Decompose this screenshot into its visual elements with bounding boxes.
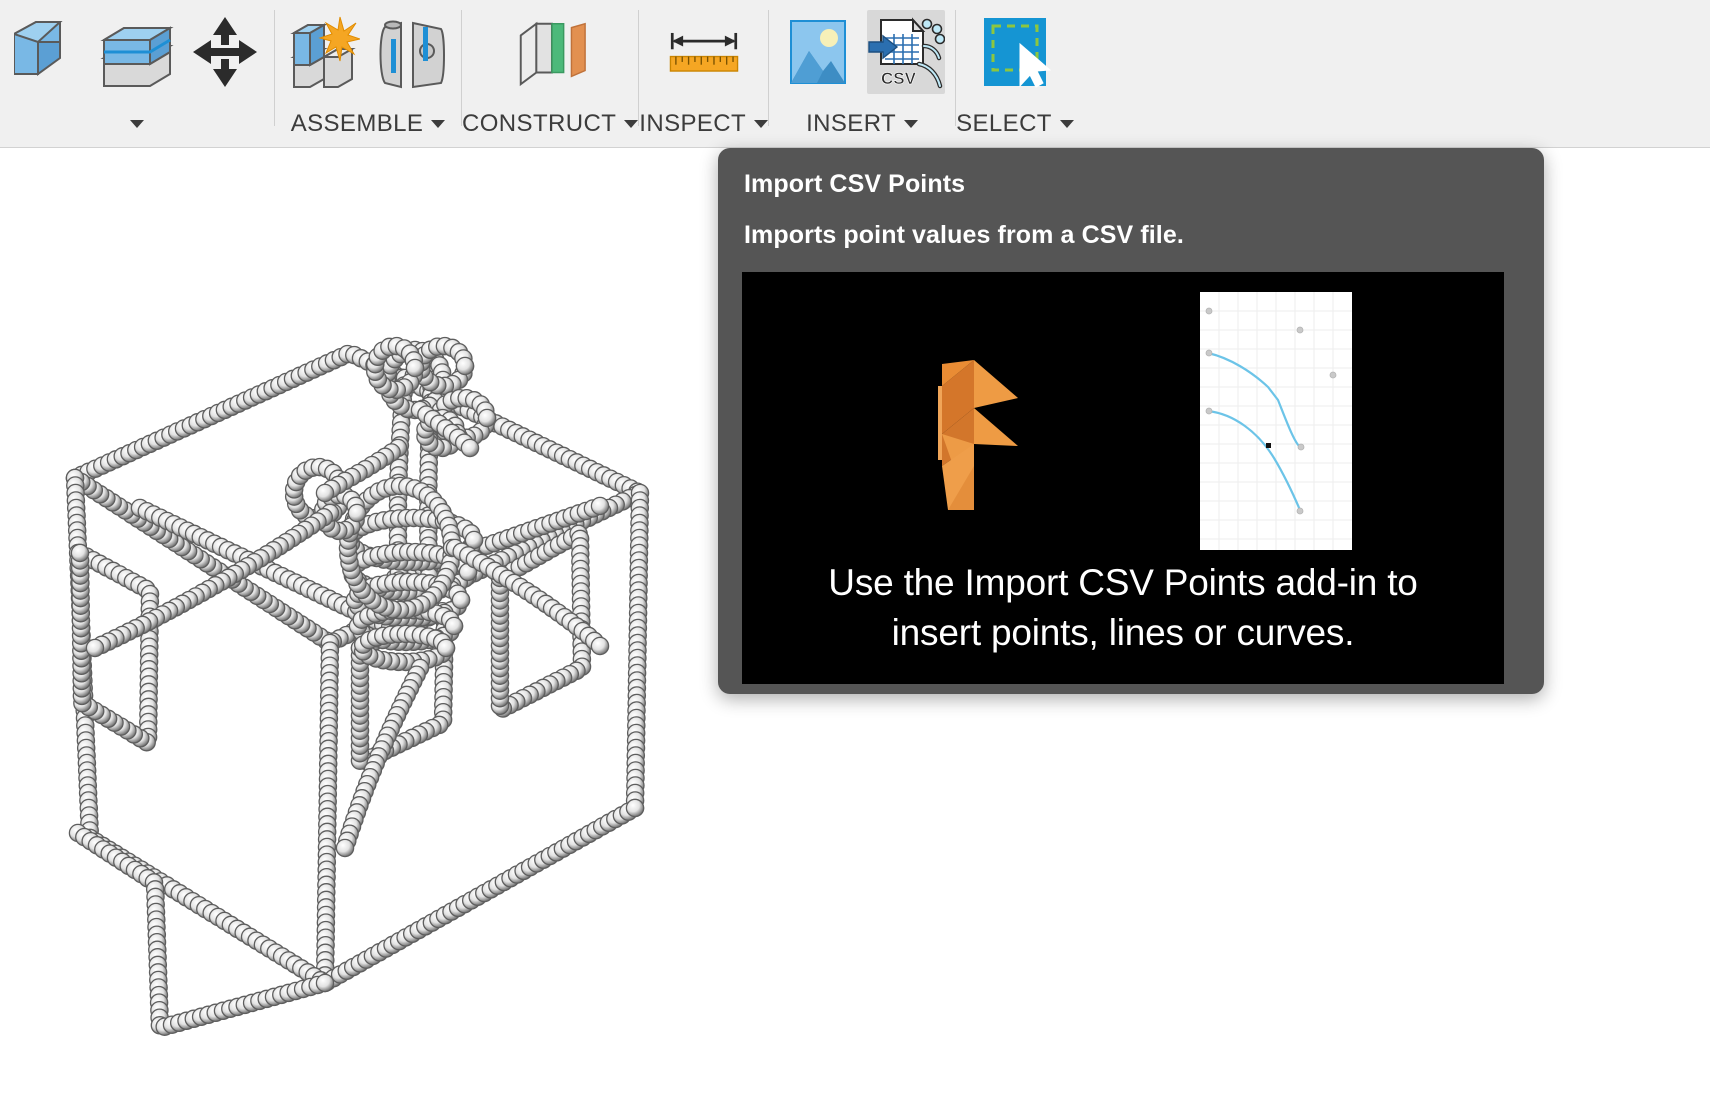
toolbar-group-select-label[interactable]: SELECT: [956, 104, 1074, 144]
select-window-icon: [983, 18, 1052, 88]
toolbar-group-select-icons: [956, 0, 1074, 104]
toolbar-group-insert-icons: CSV: [769, 0, 955, 104]
chevron-down-icon: [904, 120, 919, 128]
toolbar-group-construct-label[interactable]: CONSTRUCT: [462, 104, 639, 144]
toolbar-group-inspect-icons: [639, 0, 768, 104]
insert-canvas-button[interactable]: [779, 10, 857, 94]
toolbar-group-select: SELECT: [956, 0, 1074, 148]
chevron-down-icon: [624, 120, 639, 128]
move-copy-button[interactable]: [186, 10, 264, 94]
assemble-label-text: ASSEMBLE: [290, 110, 424, 137]
svg-text:CSV: CSV: [881, 69, 917, 88]
tooltip-title: Import CSV Points: [744, 170, 966, 198]
toolbar-group-assemble-label[interactable]: ASSEMBLE: [275, 104, 461, 144]
chevron-down-icon: [431, 120, 446, 128]
measure-icon: [669, 32, 738, 72]
new-component-icon: [290, 16, 360, 88]
measure-button[interactable]: [665, 10, 743, 94]
select-label-text: SELECT: [956, 110, 1052, 137]
toolbar-group-modify: [0, 0, 274, 148]
tooltip-caption-line1: Use the Import CSV Points add-in to: [828, 562, 1418, 603]
toolbar-group-modify-icons: [0, 0, 274, 104]
chevron-down-icon: [1059, 120, 1074, 128]
insert-canvas-icon: [790, 20, 847, 84]
tooltip-media: Use the Import CSV Points add-in to inse…: [742, 272, 1504, 684]
chevron-down-icon: [130, 120, 144, 128]
new-component-button[interactable]: [285, 10, 363, 94]
chevron-down-icon: [754, 120, 769, 128]
import-csv-points-button[interactable]: CSV: [867, 10, 946, 94]
select-window-button[interactable]: [976, 10, 1054, 94]
extrude-button[interactable]: [10, 10, 88, 94]
offset-plane-button[interactable]: [511, 10, 589, 94]
move-copy-icon: [193, 17, 257, 87]
offset-face-button[interactable]: [98, 10, 176, 94]
toolbar-group-construct-icons: [462, 0, 638, 104]
csv-curve-sketch-thumbnail: [1200, 292, 1352, 550]
fusion-360-logo: [938, 360, 1018, 510]
tooltip-caption-line2: insert points, lines or curves.: [891, 612, 1355, 653]
tooltip-description: Imports point values from a CSV file.: [744, 221, 1184, 249]
toolbar-group-inspect-label[interactable]: INSPECT: [639, 104, 769, 144]
toolbar-group-insert-label[interactable]: INSERT: [769, 104, 955, 144]
toolbar-group-assemble-icons: [275, 0, 461, 104]
offset-plane-icon: [519, 21, 586, 87]
ribbon-toolbar: ASSEMBLE CONSTRUCT INSPECT CSV INSERT SE…: [0, 0, 1710, 148]
inspect-label-text: INSPECT: [639, 110, 747, 137]
tooltip-panel: Import CSV Points Imports point values f…: [718, 148, 1544, 694]
joint-button[interactable]: [373, 10, 451, 94]
offset-face-icon: [100, 26, 174, 87]
toolbar-group-construct: CONSTRUCT: [462, 0, 639, 148]
selected-point-marker: [1266, 443, 1271, 448]
toolbar-group-inspect: INSPECT: [639, 0, 769, 148]
construct-label-text: CONSTRUCT: [462, 110, 617, 137]
insert-label-text: INSERT: [806, 110, 897, 137]
toolbar-group-insert: CSV INSERT: [769, 0, 955, 148]
joint-icon: [379, 20, 445, 89]
fusion-360-window: ASSEMBLE CONSTRUCT INSPECT CSV INSERT SE…: [0, 0, 1710, 1120]
toolbar-group-modify-label[interactable]: [0, 104, 274, 144]
toolbar-group-assemble: ASSEMBLE: [275, 0, 461, 148]
import-csv-points-icon: CSV: [868, 17, 946, 88]
extrude-icon: [14, 21, 63, 76]
tooltip-caption: Use the Import CSV Points add-in to inse…: [742, 558, 1504, 658]
